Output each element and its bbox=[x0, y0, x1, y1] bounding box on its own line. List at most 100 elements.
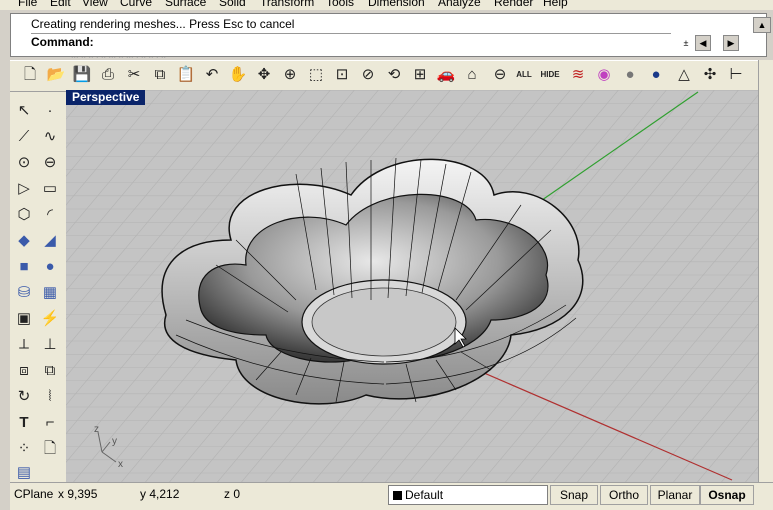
fillet-icon[interactable]: ◜ bbox=[39, 204, 61, 226]
open-icon[interactable]: 📂 bbox=[46, 65, 66, 85]
zoom-icon[interactable]: ⊕ bbox=[280, 65, 300, 85]
layer-color-swatch bbox=[393, 491, 402, 500]
light-icon[interactable]: △ bbox=[674, 65, 694, 85]
menu-render[interactable]: Render bbox=[494, 0, 533, 9]
scroll-left-icon[interactable]: ◀ bbox=[695, 35, 711, 51]
cylinder-icon[interactable]: ⛁ bbox=[13, 282, 35, 304]
bowl-base-floor bbox=[311, 287, 457, 357]
status-bar: CPlane x 9,395 y 4,212 z 0 Default Snap … bbox=[10, 482, 773, 510]
menu-curve[interactable]: Curve bbox=[120, 0, 152, 9]
menu-view[interactable]: View bbox=[82, 0, 108, 9]
split-icon[interactable]: ⊥ bbox=[39, 334, 61, 356]
dimension-icon[interactable]: ⊢ bbox=[726, 65, 746, 85]
status-cplane: CPlane bbox=[14, 487, 54, 501]
four-views-icon[interactable]: ⊞ bbox=[410, 65, 430, 85]
mirror-icon[interactable]: ⦚ bbox=[39, 386, 61, 408]
window-icon[interactable]: ▤ bbox=[13, 462, 35, 484]
zoom-window-icon[interactable]: ⬚ bbox=[306, 65, 326, 85]
menu-surface[interactable]: Surface bbox=[165, 0, 206, 9]
viewport-title[interactable]: Perspective bbox=[66, 90, 146, 105]
left-toolbar: ↖ · ⟋ ∿ ⊙ ⊖ ▷ ▭ ⬡ ◜ ◆ ◢ ■ ● ⛁ ▦ ▣ ⚡ ⟂ ⊥ … bbox=[10, 92, 67, 482]
new-icon[interactable]: 🗋 bbox=[20, 65, 40, 85]
house-icon[interactable]: ⌂ bbox=[462, 65, 482, 85]
render-sphere-icon[interactable]: ● bbox=[620, 65, 640, 85]
polygon-icon[interactable]: ⬡ bbox=[13, 204, 35, 226]
loft-icon[interactable]: ◢ bbox=[39, 230, 61, 252]
layer-name: Default bbox=[405, 488, 444, 502]
array-icon[interactable]: ⧉ bbox=[39, 360, 61, 382]
paste-icon[interactable]: 📋 bbox=[176, 65, 196, 85]
color-wheel-icon[interactable]: ◉ bbox=[594, 65, 614, 85]
command-history: Creating rendering meshes... Press Esc t… bbox=[31, 17, 295, 31]
perspective-viewport[interactable]: x y z bbox=[66, 90, 758, 482]
menu-file[interactable]: File bbox=[18, 0, 37, 9]
polyline-icon[interactable]: ⟋ bbox=[13, 126, 35, 148]
menu-help[interactable]: Help bbox=[543, 0, 568, 9]
command-prompt[interactable]: Command: bbox=[31, 35, 94, 49]
print-icon[interactable]: ⎙ bbox=[98, 65, 118, 85]
layer-selector[interactable]: Default bbox=[388, 485, 548, 505]
right-toolbar-strip bbox=[758, 60, 773, 482]
osnap-button[interactable]: Osnap bbox=[700, 485, 754, 505]
settings-icon[interactable]: ✣ bbox=[700, 65, 720, 85]
surface-icon[interactable]: ◆ bbox=[13, 230, 35, 252]
dimension-tool-icon[interactable]: ⌐ bbox=[39, 412, 61, 434]
select-arrow-icon[interactable]: ↖ bbox=[13, 100, 35, 122]
text-object-icon[interactable]: ▣ bbox=[13, 308, 35, 330]
text-icon[interactable]: T bbox=[13, 412, 35, 434]
rotate-object-icon[interactable]: ↻ bbox=[13, 386, 35, 408]
axis-label-z: z bbox=[94, 424, 99, 435]
scroll-up-icon[interactable]: ▲ bbox=[753, 17, 771, 33]
hide-button[interactable]: HIDE bbox=[540, 65, 560, 85]
layers-icon[interactable]: ≋ bbox=[568, 65, 588, 85]
menu-bar: File Edit View Curve Surface Solid Trans… bbox=[0, 0, 773, 10]
save-icon[interactable]: 💾 bbox=[72, 65, 92, 85]
command-faded-text: ... .. .. . .. ... .. ... . .. .. . .. bbox=[71, 50, 167, 60]
status-z-coordinate: z 0 bbox=[224, 487, 241, 501]
points-icon[interactable]: ⁘ bbox=[13, 438, 35, 460]
sheet-icon[interactable]: 🗋 bbox=[39, 438, 61, 460]
planar-button[interactable]: Planar bbox=[650, 485, 700, 505]
command-divider bbox=[31, 33, 671, 34]
group-icon[interactable]: ⧈ bbox=[13, 360, 35, 382]
shade-sphere-icon[interactable]: ● bbox=[646, 65, 666, 85]
trim-icon[interactable]: ⟂ bbox=[13, 334, 35, 356]
undo-icon[interactable]: ↶ bbox=[202, 65, 222, 85]
snap-button[interactable]: Snap bbox=[550, 485, 598, 505]
menu-analyze[interactable]: Analyze bbox=[438, 0, 481, 9]
sphere-icon[interactable]: ● bbox=[39, 256, 61, 278]
cut-icon[interactable]: ✂ bbox=[124, 65, 144, 85]
show-icon[interactable]: ⊖ bbox=[490, 65, 510, 85]
main-toolbar: 🗋 📂 💾 ⎙ ✂ ⧉ 📋 ↶ ✋ ✥ ⊕ ⬚ ⊡ ⊘ ⟲ ⊞ 🚗 ⌂ ⊖ AL… bbox=[10, 60, 773, 92]
curve-icon[interactable]: ∿ bbox=[39, 126, 61, 148]
zoom-extents-icon[interactable]: ⊡ bbox=[332, 65, 352, 85]
viewport-canvas[interactable]: x y z bbox=[66, 90, 758, 482]
all-button[interactable]: ALL bbox=[514, 65, 534, 85]
zoom-dynamic-icon[interactable]: ⟲ bbox=[384, 65, 404, 85]
menu-transform[interactable]: Transform bbox=[260, 0, 314, 9]
arc-icon[interactable]: ▷ bbox=[13, 178, 35, 200]
menu-edit[interactable]: Edit bbox=[50, 0, 71, 9]
zoom-selected-icon[interactable]: ⊘ bbox=[358, 65, 378, 85]
status-y-coordinate: y 4,212 bbox=[140, 487, 180, 501]
pan-icon[interactable]: ✋ bbox=[228, 65, 248, 85]
ortho-button[interactable]: Ortho bbox=[600, 485, 648, 505]
menu-tools[interactable]: Tools bbox=[326, 0, 354, 9]
rotate-icon[interactable]: ✥ bbox=[254, 65, 274, 85]
mesh-icon[interactable]: ▦ bbox=[39, 282, 61, 304]
status-x-coordinate: x 9,395 bbox=[58, 487, 98, 501]
axis-label-y: y bbox=[112, 436, 117, 447]
point-icon[interactable]: · bbox=[39, 100, 61, 122]
car-icon[interactable]: 🚗 bbox=[436, 65, 456, 85]
scroll-right-icon[interactable]: ▶ bbox=[723, 35, 739, 51]
spin-icon[interactable]: ± bbox=[679, 36, 693, 50]
copy-icon[interactable]: ⧉ bbox=[150, 65, 170, 85]
axis-label-x: x bbox=[118, 459, 123, 470]
rectangle-icon[interactable]: ▭ bbox=[39, 178, 61, 200]
circle-icon[interactable]: ⊙ bbox=[13, 152, 35, 174]
analyze-icon[interactable]: ⚡ bbox=[39, 308, 61, 330]
menu-solid[interactable]: Solid bbox=[219, 0, 246, 9]
box-icon[interactable]: ■ bbox=[13, 256, 35, 278]
ellipse-icon[interactable]: ⊖ bbox=[39, 152, 61, 174]
menu-dimension[interactable]: Dimension bbox=[368, 0, 425, 9]
